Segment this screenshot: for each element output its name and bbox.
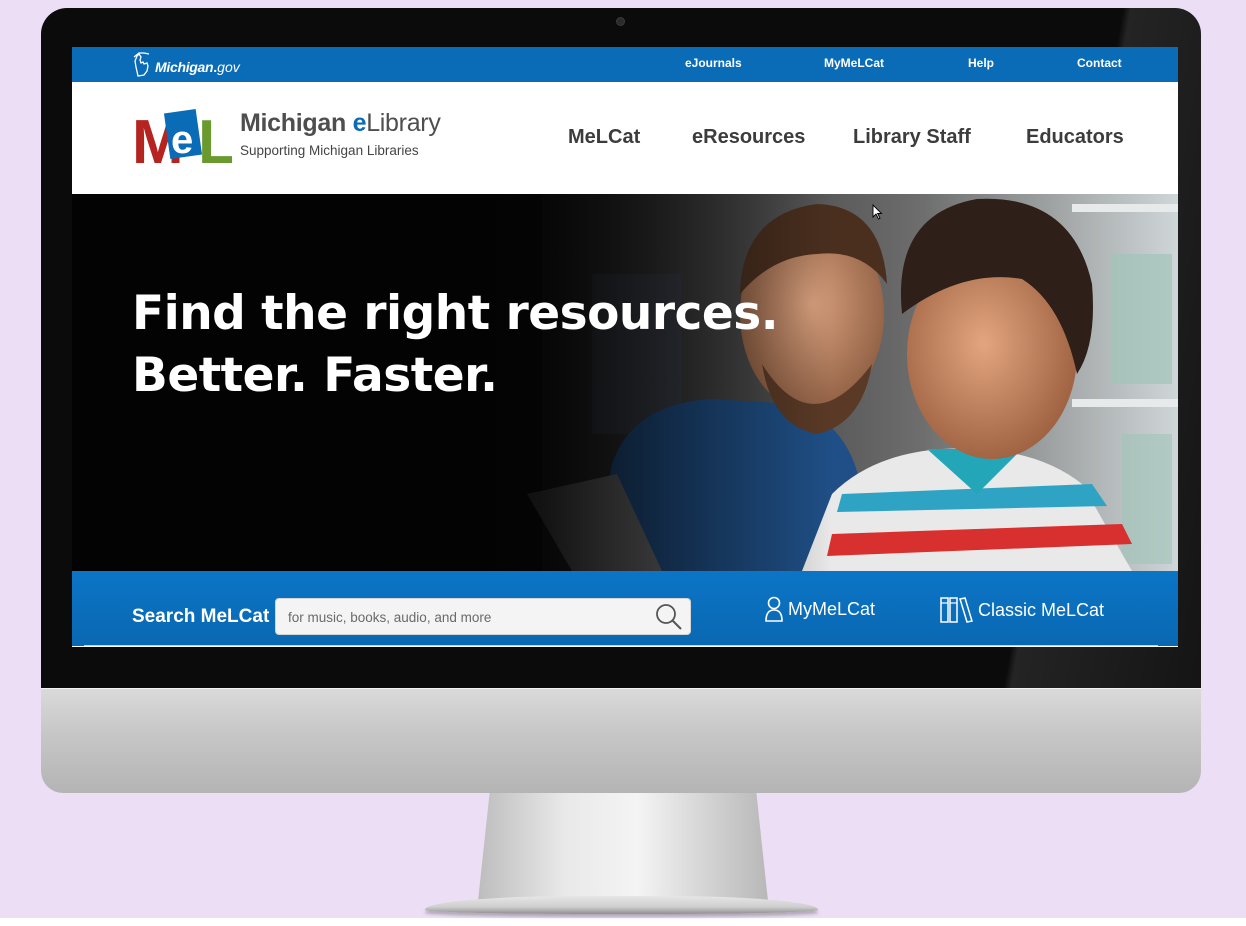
hero-headline-line2: Better. Faster. [132, 348, 498, 403]
logo-letter-e: e [171, 118, 193, 162]
brand-subtitle: Supporting Michigan Libraries [240, 143, 419, 158]
brand-title-bold: Michigan [240, 109, 346, 137]
mouse-cursor-icon [872, 204, 883, 220]
user-icon [765, 596, 783, 622]
search-input[interactable] [286, 599, 640, 636]
mel-logo[interactable]: M e L [132, 105, 232, 167]
search-bar: Search MeLCat MyMeLCat Classic Me [72, 571, 1178, 646]
website-screen: Michigan. gov eJournals MyMeLCat Help Con… [72, 47, 1178, 647]
hero-banner: Find the right resources. Better. Faster… [72, 194, 1178, 571]
nav-library-staff[interactable]: Library Staff [853, 126, 971, 149]
quick-link-mymelcat[interactable]: MyMeLCat [764, 596, 875, 622]
logo-letter-l: L [198, 108, 232, 167]
monitor-chin [41, 688, 1201, 793]
page-bottom-strip [0, 918, 1246, 926]
quick-link-classic-melcat[interactable]: Classic MeLCat [940, 596, 1104, 624]
books-icon [940, 597, 973, 623]
brand-title-rest: Library [366, 109, 441, 137]
michigan-mitten-icon [133, 52, 150, 77]
monitor-stand [478, 793, 768, 901]
search-box [275, 598, 691, 636]
util-link-ejournals[interactable]: eJournals [685, 56, 742, 70]
hero-headline-line1: Find the right resources. [132, 286, 779, 341]
site-header: M e L Michigan eLibrary Supporting Michi… [72, 82, 1178, 194]
quick-link-mymelcat-label: MyMeLCat [788, 598, 876, 619]
searchbar-divider [84, 645, 1158, 646]
quick-link-classic-melcat-label: Classic MeLCat [978, 599, 1105, 620]
monitor-stand-base [425, 896, 818, 914]
nav-melcat[interactable]: MeLCat [568, 126, 640, 149]
util-link-mymelcat[interactable]: MyMeLCat [824, 56, 884, 70]
nav-educators[interactable]: Educators [1026, 126, 1124, 149]
gov-logo-name: Michigan [155, 59, 214, 75]
nav-eresources[interactable]: eResources [692, 126, 805, 149]
gov-logo-tld: gov [217, 59, 240, 75]
webcam [617, 18, 624, 25]
util-link-contact[interactable]: Contact [1077, 56, 1122, 70]
search-label: Search MeLCat [132, 606, 270, 627]
utility-bar: Michigan. gov eJournals MyMeLCat Help Con… [72, 47, 1178, 82]
search-icon[interactable] [654, 603, 684, 631]
michigan-gov-logo[interactable]: Michigan. gov [132, 51, 240, 77]
brand-title-e: e [352, 109, 367, 137]
util-link-help[interactable]: Help [968, 56, 994, 70]
brand-title: Michigan eLibrary [240, 109, 441, 138]
